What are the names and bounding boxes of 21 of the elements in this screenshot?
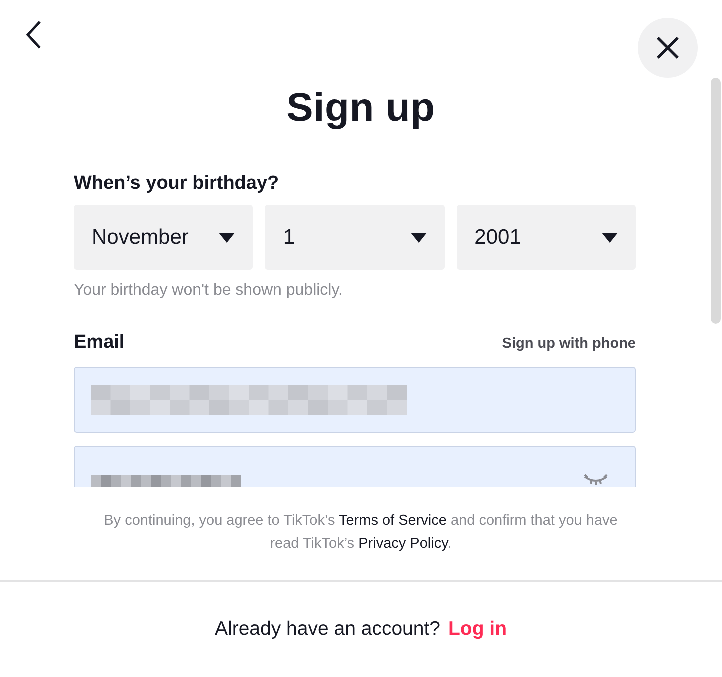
terms-link[interactable]: Terms of Service <box>338 513 447 529</box>
terms-notice: By continuing, you agree to TikTok’s Terms of Service and confirm that you have read TikTok’s Privacy Policy. <box>103 512 619 554</box>
email-field[interactable] <box>74 367 636 433</box>
footer-text: Already have an account? <box>215 618 440 641</box>
chevron-left-icon <box>24 20 44 50</box>
close-icon <box>656 36 680 60</box>
caret-icon <box>602 232 618 242</box>
birthday-dropdown[interactable]: 2001 <box>456 205 636 270</box>
dialog-title: Sign up <box>286 86 436 131</box>
birthday-label: When’s your birthday? <box>74 173 280 195</box>
sign-up-with-phone-link[interactable]: Sign up with phone <box>502 336 636 352</box>
caret-icon <box>410 232 427 242</box>
email-label: Email <box>74 332 125 354</box>
terms-link[interactable]: Privacy Policy <box>358 536 448 552</box>
birthday-dropdown[interactable]: November <box>74 205 254 270</box>
log-in-link[interactable]: Log in <box>448 618 507 641</box>
scrollbar-thumb[interactable] <box>711 78 721 324</box>
birthday-hint: Your birthday won't be shown publicly. <box>74 282 344 300</box>
caret-icon <box>219 232 236 242</box>
eye-closed-icon[interactable] <box>583 473 609 485</box>
birthday-dropdown[interactable]: 1 <box>265 205 445 270</box>
